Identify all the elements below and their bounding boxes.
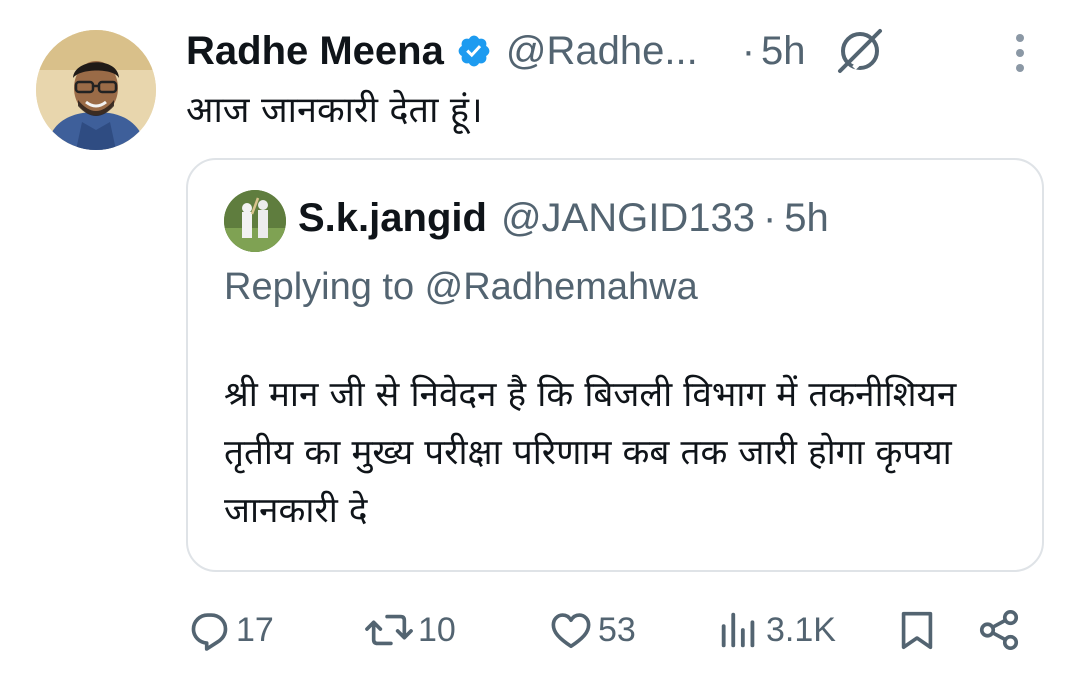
- tweet-action-bar: 17 10 53 3.1K: [186, 600, 1046, 660]
- views-count: 3.1K: [766, 610, 836, 649]
- bookmark-icon: [901, 611, 933, 650]
- tweet-time[interactable]: 5h: [761, 29, 806, 74]
- more-vertical-icon[interactable]: [1006, 30, 1034, 76]
- reply-button[interactable]: 17: [186, 600, 274, 660]
- quoted-author-name[interactable]: S.k.jangid: [298, 196, 487, 241]
- retweet-count: 10: [418, 610, 456, 649]
- bookmark-button[interactable]: [894, 600, 940, 660]
- quoted-tweet-text: श्री मान जी से निवेदन है कि बिजली विभाग …: [224, 375, 957, 531]
- quoted-tweet-time[interactable]: 5h: [784, 196, 829, 241]
- views-button[interactable]: 3.1K: [716, 600, 836, 660]
- reply-count: 17: [236, 610, 274, 649]
- author-avatar[interactable]: [36, 30, 156, 150]
- quoted-tweet-card[interactable]: S.k.jangid @JANGID133 · 5h Replying to @…: [186, 158, 1044, 572]
- like-button[interactable]: 53: [548, 600, 636, 660]
- like-count: 53: [598, 610, 636, 649]
- quoted-author-avatar-image: [224, 190, 286, 252]
- author-handle[interactable]: @Radhe...: [506, 29, 698, 74]
- author-name[interactable]: Radhe Meena: [186, 29, 444, 74]
- retweet-button[interactable]: 10: [364, 600, 456, 660]
- tweet-header: Radhe Meena @Radhe... · 5h: [186, 22, 1046, 80]
- separator-dot: ·: [741, 28, 756, 73]
- quoted-author-avatar[interactable]: [224, 190, 286, 252]
- retweet-icon: [365, 614, 413, 646]
- like-icon: [551, 613, 591, 649]
- replying-to-text[interactable]: Replying to @Radhemahwa: [224, 266, 698, 309]
- verified-badge-icon: [458, 35, 490, 67]
- quoted-separator-dot: ·: [762, 196, 777, 240]
- views-icon: [721, 612, 755, 648]
- share-button[interactable]: [976, 600, 1022, 660]
- quoted-author-handle[interactable]: @JANGID133: [501, 196, 755, 241]
- quoted-tweet-header: S.k.jangid @JANGID133 · 5h: [298, 196, 829, 241]
- grok-icon[interactable]: [834, 25, 886, 77]
- reply-icon: [191, 613, 228, 651]
- share-icon: [979, 609, 1019, 651]
- author-avatar-image: [36, 30, 156, 150]
- tweet-text: आज जानकारी देता हूं।: [186, 90, 483, 131]
